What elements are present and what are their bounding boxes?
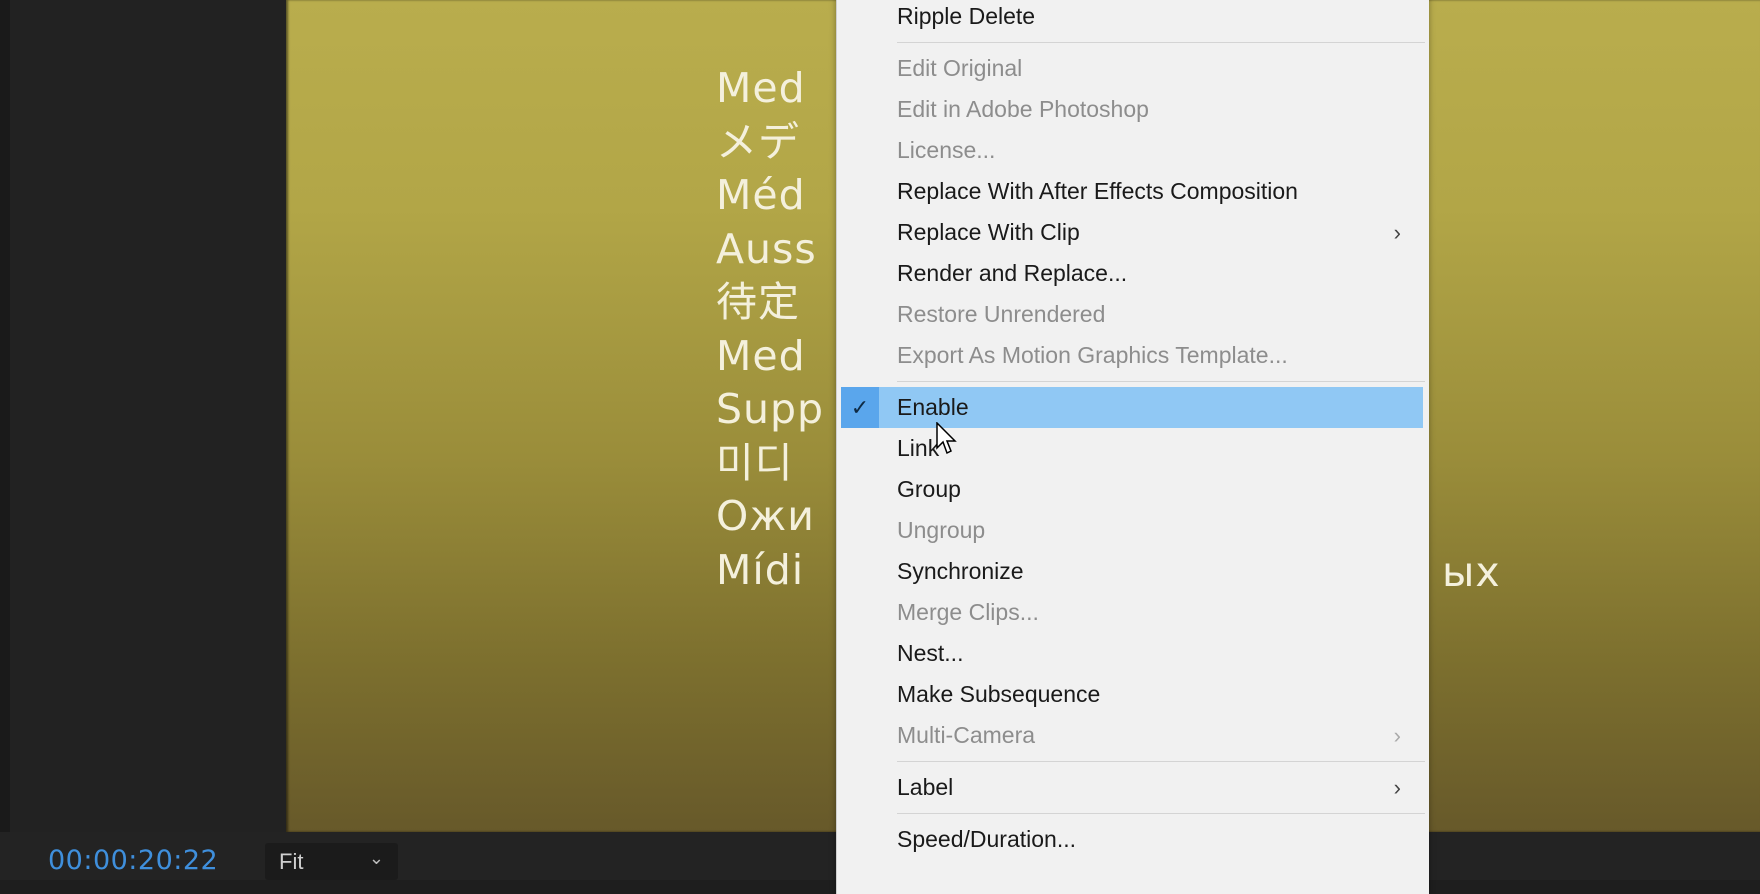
menu-item-link[interactable]: Link	[837, 428, 1429, 469]
menu-item-render-and-replace[interactable]: Render and Replace...	[837, 253, 1429, 294]
menu-item-enable[interactable]: ✓ Enable	[841, 387, 1423, 428]
mouse-pointer-icon	[936, 422, 957, 455]
menu-item-synchronize[interactable]: Synchronize	[837, 551, 1429, 592]
playhead-timecode[interactable]: 00:00:20:22	[48, 845, 218, 876]
menu-item-edit-in-adobe-photoshop[interactable]: Edit in Adobe Photoshop	[837, 89, 1429, 130]
menu-item-multi-camera[interactable]: Multi-Camera ›	[837, 715, 1429, 756]
chevron-right-icon: ›	[1393, 723, 1401, 748]
menu-separator	[897, 42, 1425, 43]
overlay-line: メデ	[716, 117, 800, 166]
menu-item-label: Restore Unrendered	[897, 301, 1106, 327]
menu-item-label: Merge Clips...	[897, 599, 1039, 625]
menu-item-label: Edit Original	[897, 55, 1023, 81]
menu-item-merge-clips[interactable]: Merge Clips...	[837, 592, 1429, 633]
overlay-line: 待定	[716, 278, 800, 326]
overlay-line: Med	[716, 64, 806, 112]
menu-item-label: Replace With After Effects Composition	[897, 178, 1298, 204]
overlay-line: Ожи	[716, 492, 815, 540]
menu-item-replace-with-clip[interactable]: Replace With Clip ›	[837, 212, 1429, 253]
menu-item-label[interactable]: Label ›	[837, 767, 1429, 808]
left-panel	[0, 0, 286, 880]
menu-item-restore-unrendered[interactable]: Restore Unrendered	[837, 294, 1429, 335]
menu-item-label: Make Subsequence	[897, 681, 1101, 707]
overlay-line: Med	[716, 331, 806, 380]
menu-item-label: Enable	[897, 394, 969, 420]
menu-separator	[897, 813, 1425, 814]
menu-item-label: Group	[897, 476, 961, 502]
menu-item-label: Link	[897, 435, 940, 461]
zoom-level-value: Fit	[279, 849, 304, 874]
overlay-line: Auss	[716, 224, 817, 273]
overlay-line: Supp	[716, 385, 825, 433]
menu-item-ungroup[interactable]: Ungroup	[837, 510, 1429, 551]
menu-item-label: Speed/Duration...	[897, 826, 1077, 852]
menu-item-label: Export As Motion Graphics Template...	[897, 342, 1288, 368]
menu-item-ripple-delete[interactable]: Ripple Delete	[837, 0, 1429, 37]
menu-item-label: Synchronize	[897, 558, 1024, 584]
overlay-line: Méd	[716, 171, 806, 219]
zoom-level-select[interactable]: Fit ⌄	[265, 843, 398, 880]
checkmark-icon: ✓	[841, 387, 879, 428]
menu-item-label: Label	[897, 774, 954, 800]
overlay-line: Mídi	[716, 545, 805, 594]
menu-item-label: Edit in Adobe Photoshop	[897, 96, 1149, 122]
menu-item-replace-with-after-effects-composition[interactable]: Replace With After Effects Composition	[837, 171, 1429, 212]
overlay-line: 미디	[716, 438, 794, 487]
menu-item-speed-duration[interactable]: Speed/Duration...	[837, 819, 1429, 860]
menu-item-license[interactable]: License...	[837, 130, 1429, 171]
menu-item-nest[interactable]: Nest...	[837, 633, 1429, 674]
menu-item-label: License...	[897, 137, 996, 163]
menu-item-group[interactable]: Group	[837, 469, 1429, 510]
menu-item-label: Ungroup	[897, 517, 986, 543]
menu-item-make-subsequence[interactable]: Make Subsequence	[837, 674, 1429, 715]
menu-separator	[897, 381, 1425, 382]
menu-item-edit-original[interactable]: Edit Original	[837, 48, 1429, 89]
overlay-text-suffix: ых	[1442, 548, 1501, 596]
menu-item-label: Ripple Delete	[897, 3, 1036, 29]
clip-context-menu: Ripple Delete Edit Original Edit in Adobe …	[836, 0, 1429, 894]
menu-item-export-as-motion-graphics-template[interactable]: Export As Motion Graphics Template...	[837, 335, 1429, 376]
menu-item-label: Nest...	[897, 640, 964, 666]
chevron-right-icon: ›	[1393, 220, 1401, 245]
media-offline-overlay-text: Med メデ Méd Auss 待定 Med Supp 미디 Ожи Mídi	[716, 62, 824, 597]
chevron-right-icon: ›	[1393, 775, 1401, 800]
chevron-down-icon: ⌄	[368, 848, 384, 868]
menu-item-label: Multi-Camera	[897, 722, 1036, 748]
menu-item-label: Render and Replace...	[897, 260, 1128, 286]
menu-item-label: Replace With Clip	[897, 219, 1080, 245]
menu-separator	[897, 761, 1425, 762]
